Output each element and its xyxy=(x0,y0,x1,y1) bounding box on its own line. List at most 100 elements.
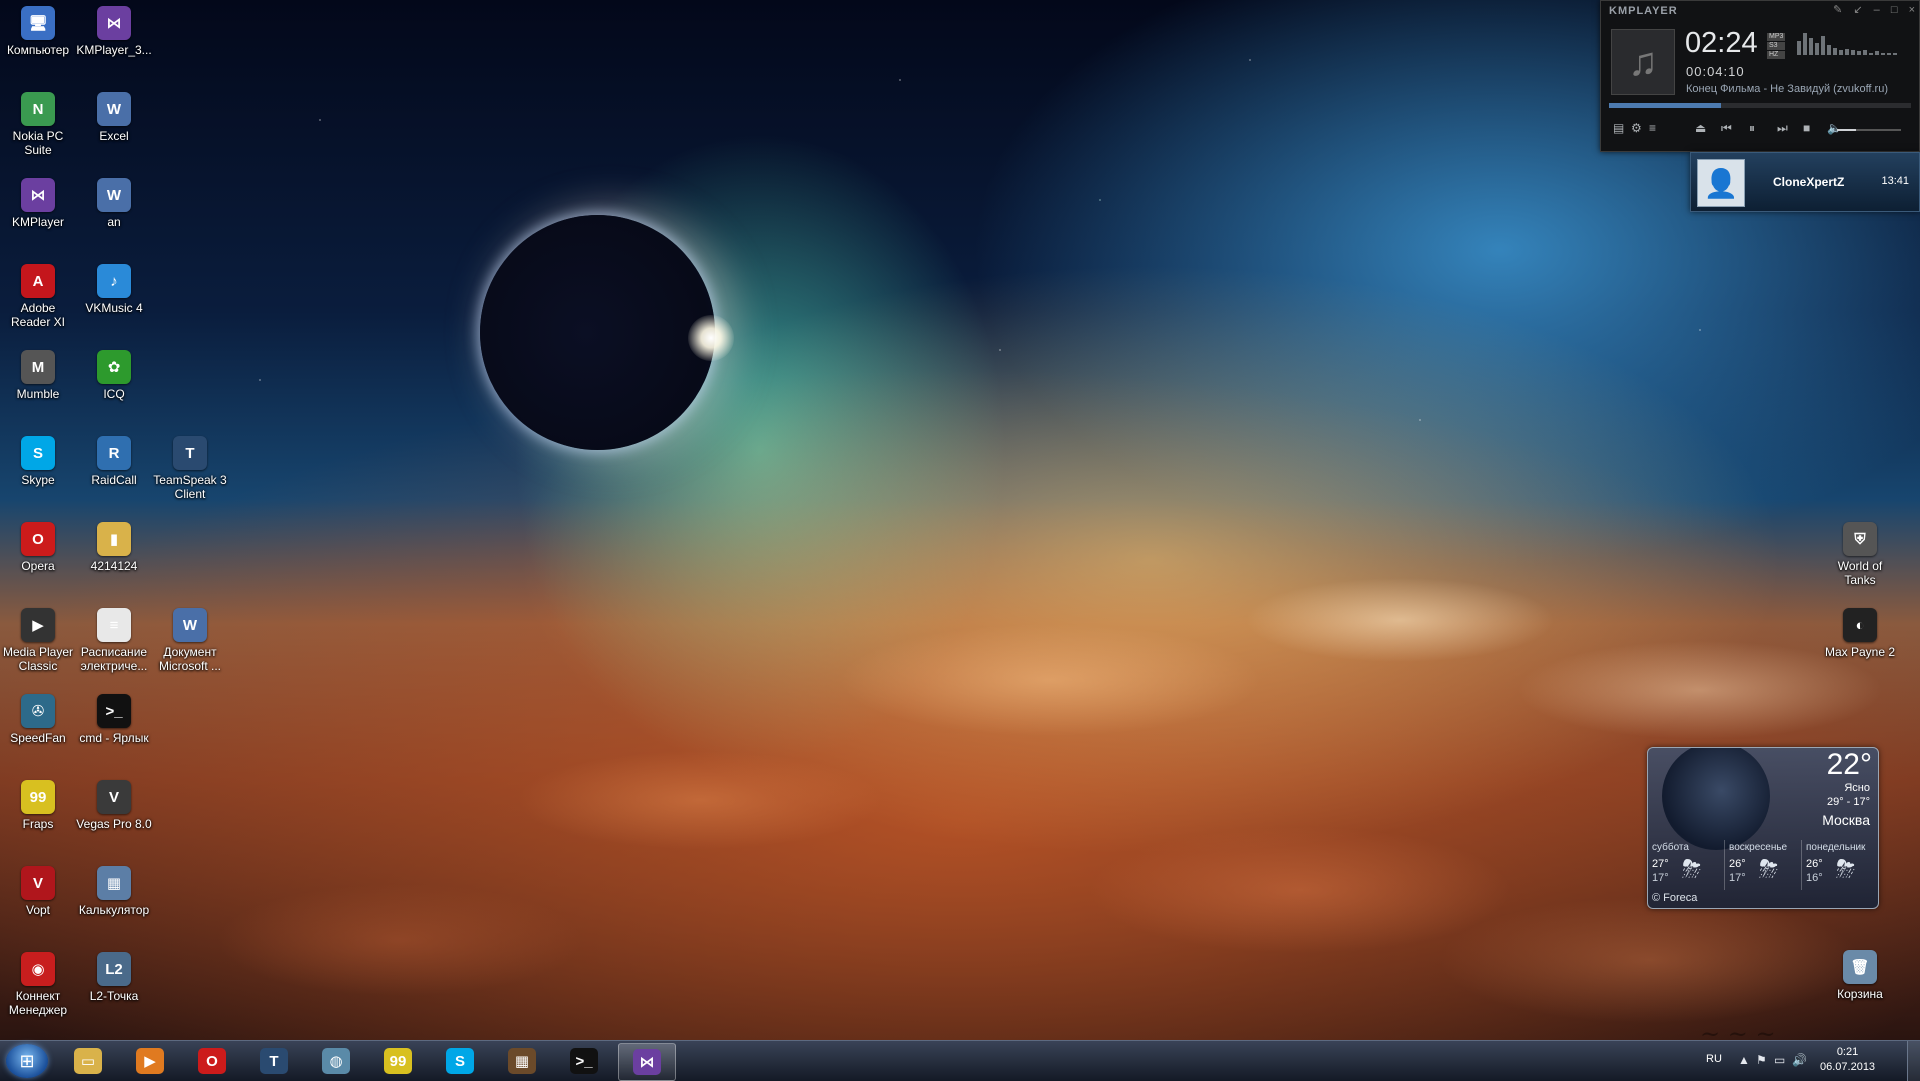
moon-icon xyxy=(1662,748,1770,850)
mumble-icon: M xyxy=(21,350,55,384)
desktop-shortcut[interactable]: ✿ ICQ xyxy=(76,350,152,401)
recycle-bin-icon: 🗑 xyxy=(1843,950,1877,984)
forecast-day-name: понедельник xyxy=(1806,842,1866,853)
text-file-icon: ≡ xyxy=(97,608,131,642)
menu-icon[interactable]: ≡ xyxy=(1649,121,1656,135)
wallpaper-clouds xyxy=(0,560,1920,1040)
desktop-shortcut[interactable]: ▶ Media Player Classic xyxy=(0,608,76,673)
weather-source[interactable]: © Foreca xyxy=(1652,892,1697,904)
stop-icon[interactable]: ■ xyxy=(1803,121,1810,135)
desktop-shortcut[interactable]: L2 L2-Точка xyxy=(76,952,152,1003)
compact-icon[interactable]: ↙ xyxy=(1853,4,1862,16)
next-icon[interactable]: ⏭ xyxy=(1777,121,1788,136)
desktop-shortcut[interactable]: W Excel xyxy=(76,92,152,143)
desktop-shortcut[interactable]: 🗑 Корзина xyxy=(1822,950,1898,1001)
desktop-shortcut[interactable]: ◉ Коннект Менеджер xyxy=(0,952,76,1017)
fraps-icon: 99 xyxy=(384,1048,412,1074)
taskbar-button[interactable]: >_ xyxy=(556,1043,612,1079)
contact-notification[interactable]: 👤 CloneXpertZ 13:41 xyxy=(1690,152,1920,212)
desktop-shortcut[interactable]: ✇ SpeedFan xyxy=(0,694,76,745)
action-center-flag-icon[interactable]: ⚑ xyxy=(1756,1053,1767,1067)
desktop-shortcut-label: Vopt xyxy=(25,903,51,917)
minimize-icon[interactable]: – xyxy=(1874,4,1880,16)
connect-manager-icon: ◉ xyxy=(21,952,55,986)
window-controls: ✎ ↙ – □ × xyxy=(1825,3,1915,16)
desktop-shortcut[interactable]: A Adobe Reader XI xyxy=(0,264,76,329)
desktop-shortcut-label: World of Tanks xyxy=(1837,559,1883,587)
album-art-music-note-icon: ♫ xyxy=(1611,29,1675,95)
spectrum-bar xyxy=(1821,36,1825,55)
document-icon: W xyxy=(97,92,131,126)
show-desktop-button[interactable] xyxy=(1907,1041,1920,1081)
desktop-shortcut[interactable]: T TeamSpeak 3 Client xyxy=(152,436,228,501)
desktop-shortcut[interactable]: R RaidCall xyxy=(76,436,152,487)
volume-tray-icon[interactable]: 🔊 xyxy=(1792,1053,1807,1067)
desktop-shortcut[interactable]: ▦ Калькулятор xyxy=(76,866,152,917)
language-indicator[interactable]: RU xyxy=(1706,1053,1722,1065)
start-button-windows-icon[interactable]: ⊞ xyxy=(6,1044,48,1078)
desktop-shortcut[interactable]: M Mumble xyxy=(0,350,76,401)
desktop-shortcut[interactable]: ⋈ KMPlayer_3... xyxy=(76,6,152,57)
taskbar-button[interactable]: ▶ xyxy=(122,1043,178,1079)
desktop-shortcut[interactable]: ⋈ KMPlayer xyxy=(0,178,76,229)
taskbar-button[interactable]: S xyxy=(432,1043,488,1079)
system-clock[interactable]: 0:21 06.07.2013 xyxy=(1820,1045,1875,1075)
desktop-shortcut-label: cmd - Ярлык xyxy=(79,731,149,745)
desktop-shortcut[interactable]: ◐ Max Payne 2 xyxy=(1822,608,1898,659)
volume-slider[interactable] xyxy=(1837,129,1901,131)
close-icon[interactable]: × xyxy=(1909,4,1915,16)
pause-icon[interactable]: ⏸ xyxy=(1749,121,1755,136)
desktop-shortcut[interactable]: S Skype xyxy=(0,436,76,487)
taskbar-button[interactable]: ▦ xyxy=(494,1043,550,1079)
desktop-shortcut-label: Расписание электриче... xyxy=(80,645,148,673)
desktop-shortcut[interactable]: ♪ VKMusic 4 xyxy=(76,264,152,315)
taskbar-button[interactable]: ⋈ xyxy=(618,1043,676,1081)
desktop-shortcut[interactable]: O Opera xyxy=(0,522,76,573)
taskbar-button[interactable]: 99 xyxy=(370,1043,426,1079)
track-title: Конец Фильма - Не Завидуй (zvukoff.ru) xyxy=(1686,83,1888,95)
desktop-shortcut[interactable]: ▮ 4214124 xyxy=(76,522,152,573)
taskbar-button[interactable]: ▭ xyxy=(60,1043,116,1079)
playlist-icon[interactable]: ▤ xyxy=(1613,121,1624,135)
desktop-shortcut-label: Корзина xyxy=(1837,987,1883,1001)
desktop-shortcut-label: Excel xyxy=(99,129,129,143)
desktop-shortcut-label: Документ Microsoft ... xyxy=(158,645,221,673)
taskbar-button[interactable]: ◍ xyxy=(308,1043,364,1079)
weather-gadget[interactable]: 22° Ясно 29° - 17° Москва суббота 27° 17… xyxy=(1647,747,1879,909)
taskbar-button[interactable]: T xyxy=(246,1043,302,1079)
desktop-shortcut[interactable]: N Nokia PC Suite xyxy=(0,92,76,157)
notification-time: 13:41 xyxy=(1881,175,1909,187)
pin-icon[interactable]: ✎ xyxy=(1833,4,1842,16)
desktop-shortcut[interactable]: W Документ Microsoft ... xyxy=(152,608,228,673)
desktop-shortcut[interactable]: 🖥 Компьютер xyxy=(0,6,76,57)
previous-icon[interactable]: ⏮ xyxy=(1721,121,1732,136)
skype-icon: S xyxy=(446,1048,474,1074)
show-hidden-icons-chevron-icon[interactable]: ▲ xyxy=(1738,1053,1750,1067)
desktop-shortcut-label: Nokia PC Suite xyxy=(12,129,64,157)
current-temperature: 22° xyxy=(1826,748,1872,781)
thunderstorm-icon: ⛈ xyxy=(1836,856,1856,883)
seek-bar[interactable] xyxy=(1609,103,1911,108)
forecast-high: 27° xyxy=(1652,858,1669,870)
kmplayer-window[interactable]: KMPLAYER ✎ ↙ – □ × ♫ 02:24 MP3 S3 HZ 00:… xyxy=(1600,0,1920,152)
desktop-shortcut[interactable]: V Vopt xyxy=(0,866,76,917)
desktop-shortcut[interactable]: V Vegas Pro 8.0 xyxy=(76,780,152,831)
desktop-shortcut[interactable]: ≡ Расписание электриче... xyxy=(76,608,152,673)
temperature-range: 29° - 17° xyxy=(1826,796,1870,808)
desktop-shortcut[interactable]: 99 Fraps xyxy=(0,780,76,831)
taskbar-button[interactable]: O xyxy=(184,1043,240,1079)
desktop-shortcut[interactable]: Wan xyxy=(76,178,152,229)
eject-icon[interactable]: ⏏ xyxy=(1695,121,1706,135)
maximize-icon[interactable]: □ xyxy=(1891,4,1898,16)
desktop-shortcut[interactable]: >_ cmd - Ярлык xyxy=(76,694,152,745)
teamspeak-icon: T xyxy=(173,436,207,470)
volume-icon[interactable]: 🔈 xyxy=(1827,121,1842,135)
spectrum-bar xyxy=(1815,43,1819,55)
spectrum-bar xyxy=(1839,50,1843,55)
contact-name: CloneXpertZ xyxy=(1773,175,1845,189)
opera-icon: O xyxy=(21,522,55,556)
desktop-shortcut-label: SpeedFan xyxy=(10,731,66,745)
desktop-shortcut[interactable]: ⛨ World of Tanks xyxy=(1822,522,1898,587)
network-icon[interactable]: ▭ xyxy=(1774,1053,1785,1067)
settings-gear-icon[interactable]: ⚙ xyxy=(1631,121,1642,135)
